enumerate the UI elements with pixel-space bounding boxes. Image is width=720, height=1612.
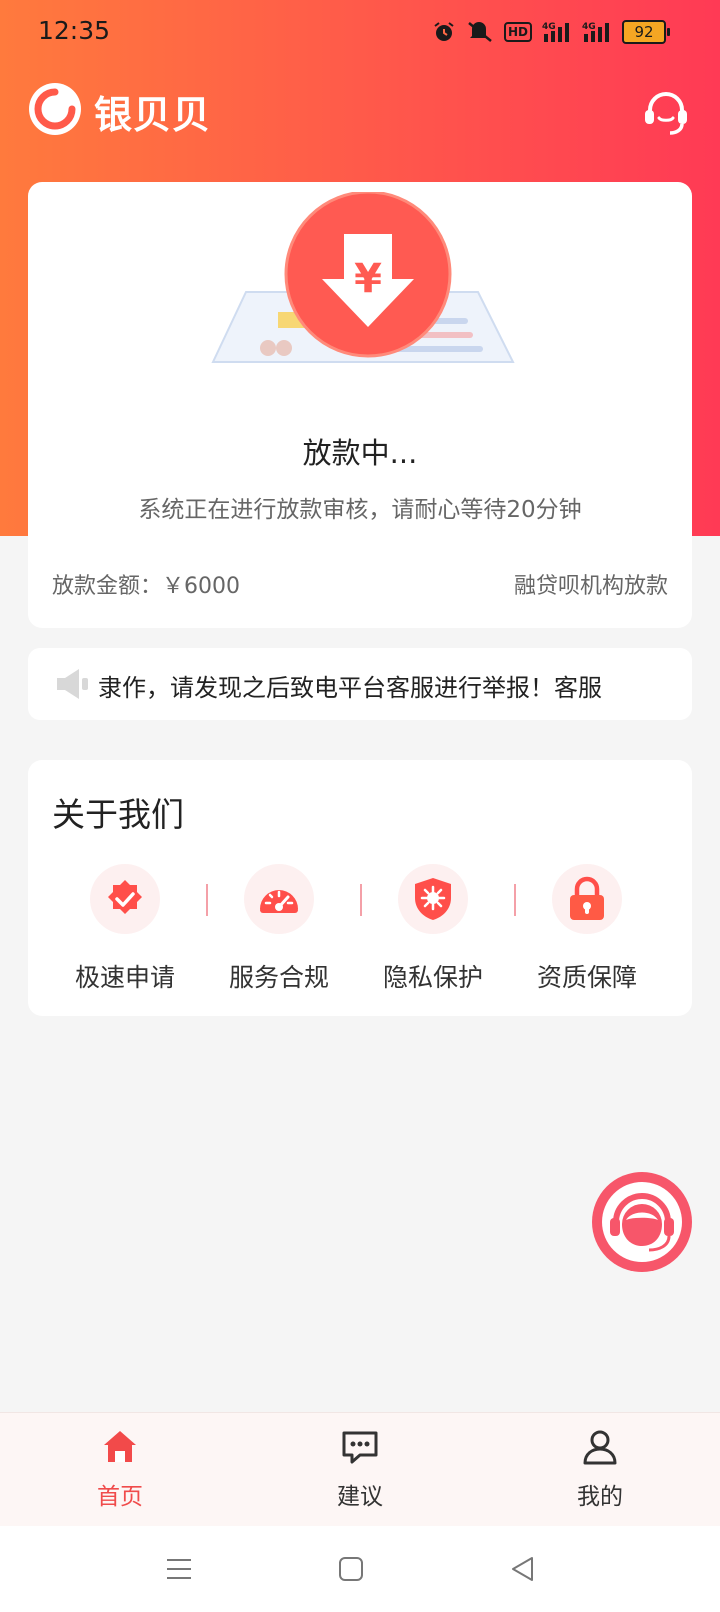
user-icon	[583, 1430, 617, 1465]
status-description: 系统正在进行放款审核，请耐心等待20分钟	[138, 497, 582, 523]
about-title: 关于我们	[52, 795, 184, 834]
about-us-card: 关于我们 极速申请 服务合规 隐私保护 资质保障	[28, 760, 692, 1016]
floating-service-button[interactable]	[592, 1172, 692, 1272]
notice-bar[interactable]: 隶作，请发现之后致电平台客服进行举报！客服	[28, 648, 692, 720]
hd-icon: HD	[503, 22, 532, 42]
amount-value: ￥6000	[162, 574, 241, 599]
lock-icon	[570, 876, 604, 920]
feature-label: 服务合规	[228, 963, 329, 992]
chat-icon	[342, 1431, 378, 1464]
signal-4g-icon: 4G	[582, 22, 609, 42]
home-square-icon[interactable]	[336, 1554, 366, 1584]
battery-level: 92	[622, 20, 666, 44]
loan-amount: 放款金额：￥6000	[52, 568, 240, 600]
customer-service-icon[interactable]	[640, 86, 692, 138]
bottom-navigation: 首页 建议 我的	[0, 1412, 720, 1527]
home-icon	[104, 1431, 136, 1462]
feature-label: 极速申请	[74, 963, 175, 992]
nav-item-home[interactable]: 首页	[60, 1427, 180, 1511]
status-title: 放款中...	[302, 436, 418, 470]
nav-label: 首页	[97, 1484, 143, 1510]
menu-icon[interactable]	[164, 1554, 194, 1584]
status-time: 12:35	[38, 16, 111, 45]
disbursement-illustration: ¥	[211, 192, 515, 363]
nav-item-suggestion[interactable]: 建议	[300, 1427, 420, 1511]
nav-label: 我的	[577, 1484, 623, 1510]
badge-check-icon	[108, 880, 142, 914]
nav-item-profile[interactable]: 我的	[540, 1427, 660, 1511]
signal-4g-icon: 4G	[542, 22, 569, 42]
loan-status-card: ¥ 放款中... 系统正在进行放款审核，请耐心等待20分钟 放款金额：￥6000…	[28, 182, 692, 628]
app-name: 银贝贝	[94, 93, 212, 137]
lending-agency: 融贷呗机构放款	[513, 574, 668, 599]
feature-fast-apply[interactable]: 极速申请	[48, 864, 202, 994]
battery-icon: 92	[622, 20, 670, 44]
yuan-symbol: ¥	[354, 256, 382, 302]
app-logo-icon	[29, 83, 81, 135]
feature-label: 资质保障	[536, 963, 637, 992]
mute-icon	[468, 22, 492, 42]
status-bar: 12:35 HD 4G 4G 92	[0, 0, 720, 64]
feature-qualification[interactable]: 资质保障	[510, 864, 664, 994]
feature-label: 隐私保护	[382, 963, 483, 992]
feature-compliance[interactable]: 服务合规	[202, 864, 356, 994]
back-triangle-icon[interactable]	[508, 1554, 538, 1584]
nav-label: 建议	[337, 1484, 383, 1510]
feature-privacy[interactable]: 隐私保护	[356, 864, 510, 994]
amount-label: 放款金额：	[52, 574, 163, 599]
notice-text: 隶作，请发现之后致电平台客服进行举报！客服	[98, 674, 602, 702]
alarm-icon	[434, 22, 454, 41]
svg-text:4G: 4G	[542, 22, 556, 32]
svg-text:4G: 4G	[582, 22, 596, 32]
status-icons: HD 4G 4G 92	[432, 18, 670, 46]
speedometer-icon	[260, 890, 298, 913]
megaphone-icon	[57, 669, 88, 699]
system-navigation-bar	[0, 1526, 720, 1612]
shield-icon	[415, 878, 451, 920]
